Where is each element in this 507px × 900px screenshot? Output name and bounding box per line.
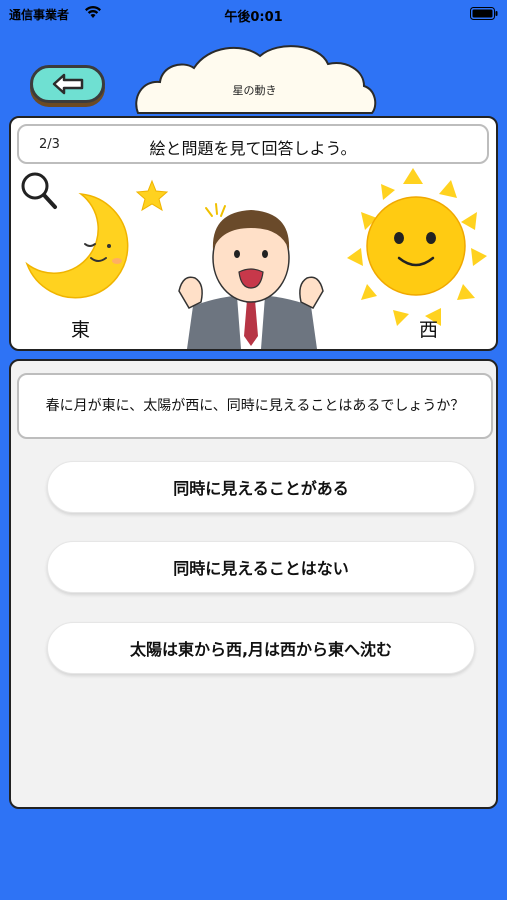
cloud-icon [135, 45, 377, 114]
instruction-text: 絵と問題を見て回答しよう。 [149, 139, 357, 158]
man-surprised-icon [178, 203, 324, 349]
east-label: 東 [71, 319, 91, 341]
status-time: 午後0:01 [224, 10, 283, 25]
title-cloud: 星の動き [132, 40, 377, 115]
instruction-box: 2/3 絵と問題を見て回答しよう。 [17, 124, 489, 164]
star-icon [135, 179, 169, 212]
answer-panel: 春に月が東に、太陽が西に、同時に見えることはあるでしょうか？ 同時に見えることが… [9, 359, 498, 809]
west-label: 西 [419, 319, 439, 341]
illustration-panel: 2/3 絵と問題を見て回答しよう。 東 西 [9, 116, 498, 351]
sun-icon [347, 168, 487, 326]
page-title: 星の動き [232, 84, 277, 97]
arrow-left-icon [52, 73, 83, 95]
answer-option-2[interactable]: 同時に見えることはない [47, 541, 475, 593]
back-button[interactable] [30, 65, 105, 103]
status-bar: 通信事業者 午後0:01 [0, 0, 507, 28]
answer-option-1[interactable]: 同時に見えることがある [47, 461, 475, 513]
magnifier-icon [21, 172, 57, 209]
battery-icon [470, 7, 498, 20]
moon-icon [25, 192, 129, 299]
question-text: 春に月が東に、太陽が西に、同時に見えることはあるでしょうか？ [17, 373, 493, 439]
answer-option-3[interactable]: 太陽は東から西,月は西から東へ沈む [47, 622, 475, 674]
